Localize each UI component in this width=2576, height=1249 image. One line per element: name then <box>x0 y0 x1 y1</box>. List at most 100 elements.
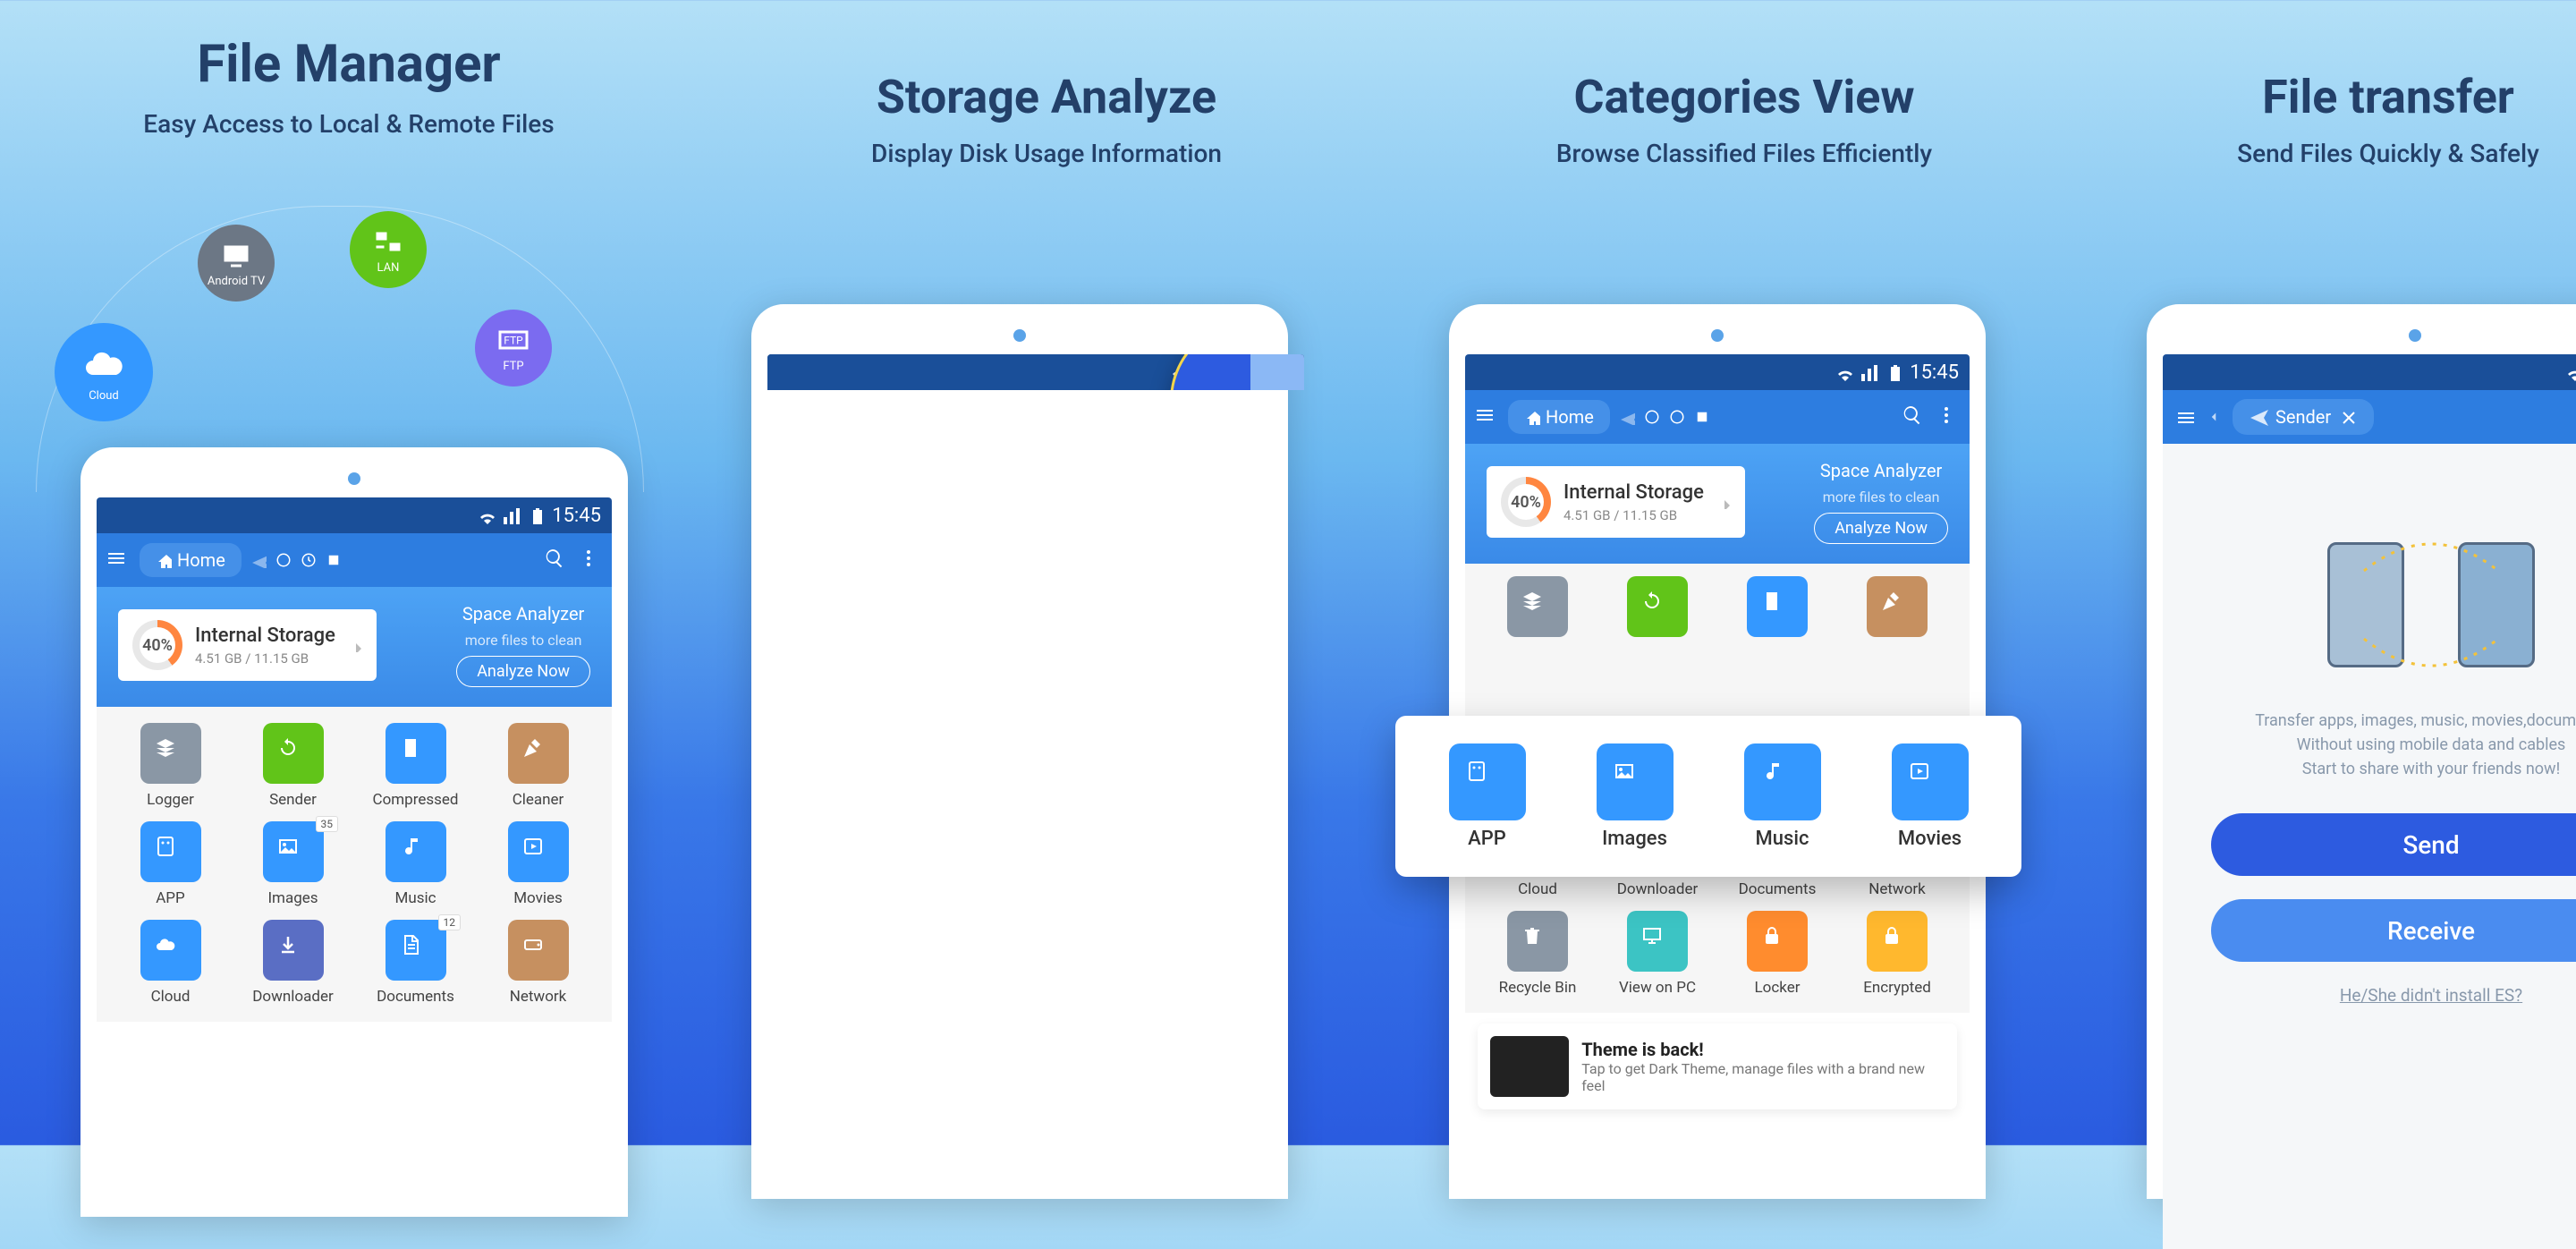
panel4-subtitle: Send Files Quickly & Safely <box>2156 139 2576 168</box>
breadcrumb-home[interactable]: Home <box>1508 400 1610 434</box>
win-mini-icon[interactable] <box>326 552 342 568</box>
signal-icon <box>502 506 520 524</box>
images-badge: 35 <box>316 816 339 832</box>
orbit-ftp[interactable]: FTPFTP <box>475 310 552 387</box>
cat-recycle[interactable]: Recycle Bin <box>1478 911 1597 997</box>
pop-cat-app[interactable]: APP <box>1449 743 1526 850</box>
phone-file-manager: 15:45 Home 40% Internal Storage 4.51 GB … <box>80 447 628 1217</box>
menu-icon[interactable] <box>106 548 131 573</box>
send-button[interactable]: Send <box>2211 813 2576 876</box>
cat-compressed[interactable]: Compressed <box>354 723 477 809</box>
panel1-title: File Manager <box>54 34 644 95</box>
category-grid: Logger Sender Compressed Cleaner APP 35I… <box>97 707 612 1022</box>
storage-percent-ring: 40% <box>132 620 182 670</box>
chevron-right-icon <box>348 638 362 652</box>
app-bar: Home <box>97 533 612 587</box>
cat-app[interactable]: APP <box>109 821 232 907</box>
chevron-right-icon <box>1716 495 1731 509</box>
cat-movies[interactable]: Movies <box>477 821 599 907</box>
send-mini-icon[interactable] <box>250 552 267 568</box>
panel3-subtitle: Browse Classified Files Efficiently <box>1440 139 2048 168</box>
cat-downloader[interactable]: Downloader <box>232 920 354 1006</box>
wifi-icon <box>2564 363 2576 381</box>
breadcrumb-home[interactable]: Home <box>140 543 242 577</box>
cat-images[interactable]: 35Images <box>232 821 354 907</box>
cat-network[interactable]: Network <box>477 920 599 1006</box>
analyze-now-button[interactable]: Analyze Now <box>456 656 590 687</box>
cat-sender[interactable]: Sender <box>232 723 354 809</box>
menu-icon[interactable] <box>2175 407 2195 427</box>
cat-logger[interactable]: Logger <box>1478 576 1597 662</box>
orbit-cloud[interactable]: Cloud <box>55 323 153 421</box>
signal-icon <box>1860 363 1877 381</box>
cat-documents[interactable]: 12Documents <box>354 920 477 1006</box>
battery-icon <box>527 506 545 524</box>
panel3-title: Categories View <box>1440 70 2048 124</box>
docs-badge: 12 <box>438 914 462 930</box>
more-icon[interactable] <box>1936 404 1961 429</box>
theme-banner[interactable]: Theme is back!Tap to get Dark Theme, man… <box>1478 1024 1957 1109</box>
status-bar: 15:45 <box>2163 354 2576 390</box>
cat-locker[interactable]: Locker <box>1717 911 1837 997</box>
status-bar: 15:45 <box>97 497 612 533</box>
cat-compressed[interactable]: x <box>1717 576 1837 662</box>
cat-sender[interactable]: x <box>1597 576 1717 662</box>
category-popout: APP Images Music Movies <box>1395 716 2021 877</box>
cat-encrypted[interactable]: Encrypted <box>1837 911 1957 997</box>
panel1-subtitle: Easy Access to Local & Remote Files <box>54 109 644 139</box>
storage-percent-ring: 40% <box>1501 477 1551 527</box>
cat-logger[interactable]: Logger <box>109 723 232 809</box>
panel2-subtitle: Display Disk Usage Information <box>742 139 1351 168</box>
svg-text:FTP: FTP <box>504 334 523 346</box>
cat-viewpc[interactable]: View on PC <box>1597 911 1717 997</box>
receive-button[interactable]: Receive <box>2211 899 2576 962</box>
info-mini-icon[interactable] <box>1644 409 1660 425</box>
storage-name: Internal Storage <box>195 624 335 647</box>
storage-card: 40% Internal Storage 4.51 GB / 11.15 GB … <box>97 587 612 707</box>
cat-cleaner[interactable]: Cleaner <box>477 723 599 809</box>
space-analyzer-sub: more files to clean <box>465 632 582 649</box>
pop-cat-movies[interactable]: Movies <box>1892 743 1969 850</box>
internal-storage-box[interactable]: 40% Internal Storage 4.51 GB / 11.15 GB <box>1487 466 1745 538</box>
wifi-icon <box>1835 363 1852 381</box>
battery-icon <box>1885 363 1902 381</box>
pop-cat-music[interactable]: Music <box>1744 743 1821 850</box>
space-analyzer-label: Space Analyzer <box>462 603 584 624</box>
storage-card: 40% Internal Storage 4.51 GB / 11.15 GB … <box>1465 444 1970 564</box>
transfer-promo: Transfer apps, images, music, movies,doc… <box>2190 709 2576 781</box>
internal-storage-box[interactable]: 40% Internal Storage 4.51 GB / 11.15 GB <box>118 609 377 681</box>
orbit-tv[interactable]: Android TV <box>198 225 275 302</box>
analyze-now-button[interactable]: Analyze Now <box>1814 513 1948 544</box>
arc-bot <box>2355 630 2507 684</box>
back-icon[interactable] <box>2206 409 2222 425</box>
arc-top <box>2355 526 2507 580</box>
status-time: 15:45 <box>552 505 601 527</box>
cat-cleaner[interactable]: x <box>1837 576 1957 662</box>
phone-storage-analyze: 15:45 SD Card Analyze SD / baidu / tmp /… <box>751 304 1288 1199</box>
transfer-bar: Sender <box>2163 390 2576 444</box>
cat-music[interactable]: Music <box>354 821 477 907</box>
more-icon[interactable] <box>578 548 603 573</box>
status-bar: 15:45 <box>1465 354 1970 390</box>
clock-mini-icon[interactable] <box>301 552 317 568</box>
theme-thumb <box>1490 1036 1569 1097</box>
info-mini-icon[interactable] <box>275 552 292 568</box>
no-es-link[interactable]: He/She didn't install ES? <box>2163 985 2576 1006</box>
search-icon[interactable] <box>1902 404 1927 429</box>
storage-size: 4.51 GB / 11.15 GB <box>195 650 335 667</box>
wifi-icon <box>477 506 495 524</box>
sender-pill[interactable]: Sender <box>2233 399 2374 435</box>
send-mini-icon[interactable] <box>1619 409 1635 425</box>
menu-icon[interactable] <box>1474 404 1499 429</box>
phone-file-transfer: 15:45 Sender Transfer apps, images, musi… <box>2147 304 2576 1199</box>
pop-cat-images[interactable]: Images <box>1597 743 1674 850</box>
cat-cloud[interactable]: Cloud <box>109 920 232 1006</box>
win-mini-icon[interactable] <box>1694 409 1710 425</box>
panel4-title: File transfer <box>2156 70 2576 124</box>
panel2-title: Storage Analyze <box>742 70 1351 124</box>
devices-illustration <box>2163 542 2576 667</box>
clock-mini-icon[interactable] <box>1669 409 1685 425</box>
orbit-lan[interactable]: LAN <box>350 211 427 288</box>
search-icon[interactable] <box>544 548 569 573</box>
pie-chart-callout <box>1170 354 1304 390</box>
